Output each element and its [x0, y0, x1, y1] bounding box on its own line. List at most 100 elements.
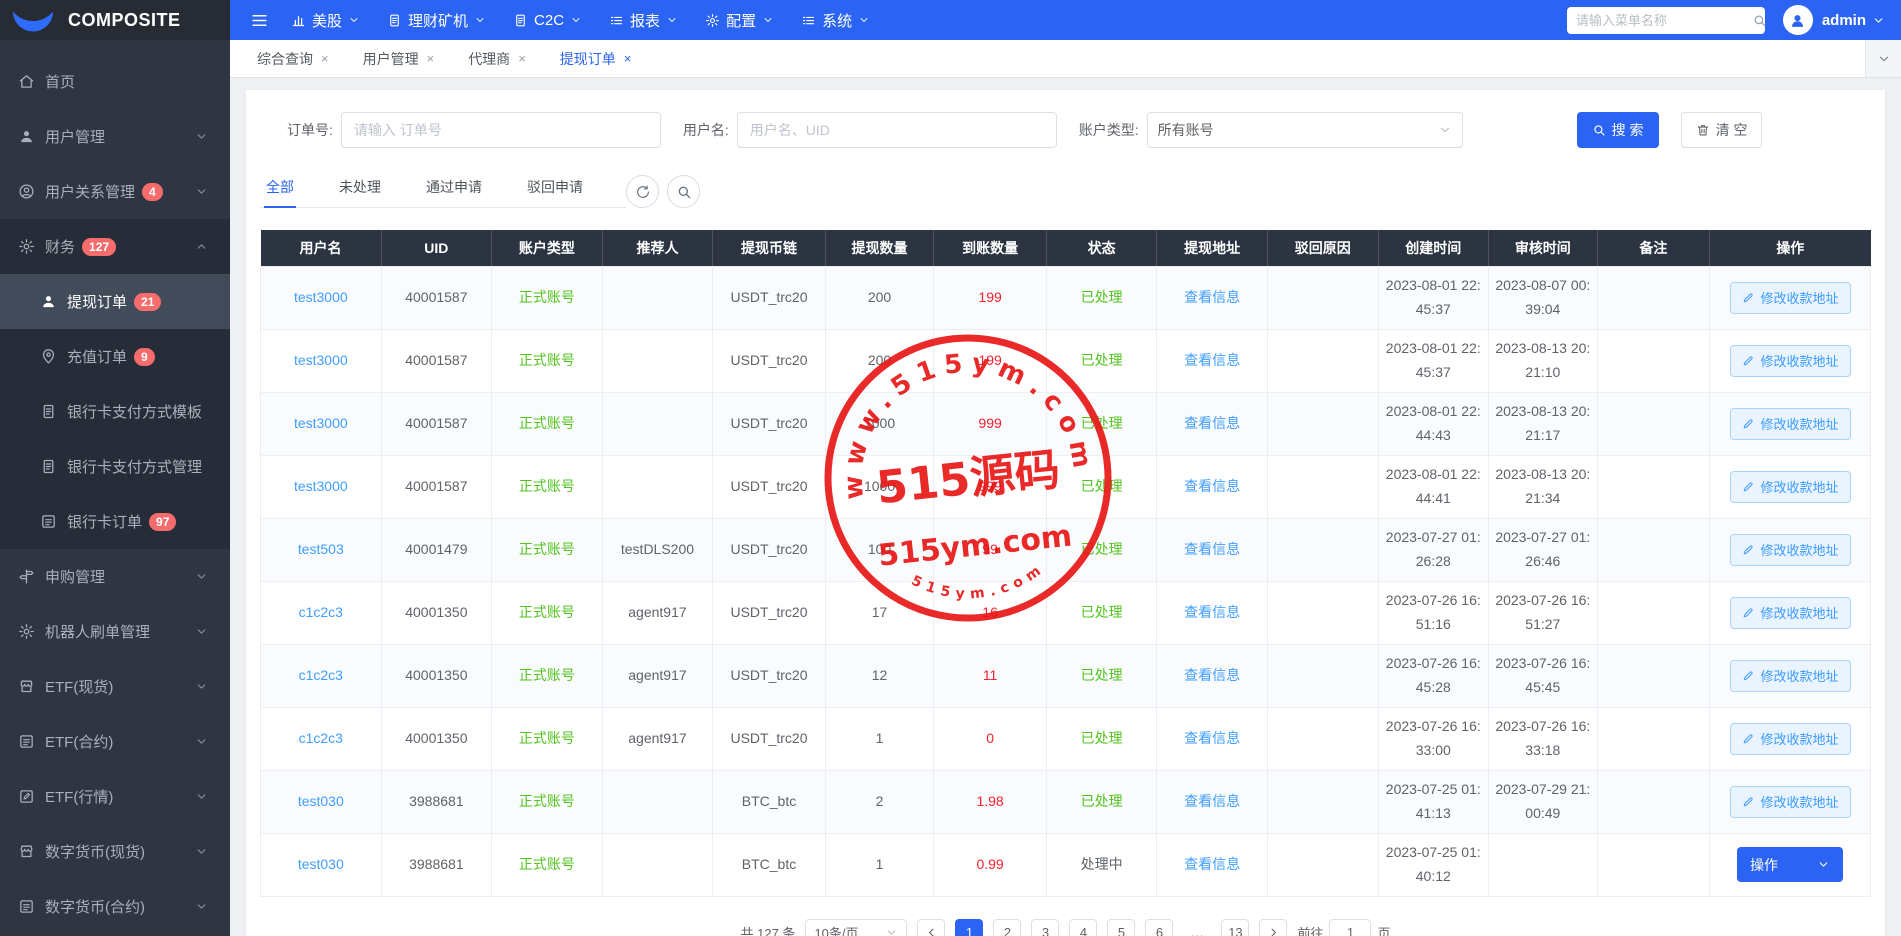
- status-tab[interactable]: 驳回申请: [525, 175, 585, 208]
- username-link[interactable]: test030: [298, 856, 344, 872]
- sidebar-item[interactable]: ETF(合约): [0, 714, 230, 769]
- user-circle-icon: [20, 185, 33, 198]
- page-tab[interactable]: 代理商: [451, 40, 543, 77]
- edit-address-button[interactable]: 修改收款地址: [1730, 345, 1851, 377]
- chevron-down-icon[interactable]: [1872, 14, 1885, 27]
- nav-menu-item[interactable]: 配置: [705, 10, 774, 31]
- page-button[interactable]: 1: [955, 919, 983, 936]
- search-icon[interactable]: [1752, 13, 1767, 28]
- view-address-link[interactable]: 查看信息: [1184, 856, 1240, 872]
- edit-address-button[interactable]: 修改收款地址: [1730, 534, 1851, 566]
- nav-menu-item[interactable]: 理财矿机: [387, 10, 486, 31]
- home-icon: [20, 76, 32, 87]
- view-address-link[interactable]: 查看信息: [1184, 541, 1240, 557]
- username-link[interactable]: c1c2c3: [299, 604, 343, 620]
- goto-page-input[interactable]: [1329, 919, 1371, 936]
- page-button[interactable]: 5: [1107, 919, 1135, 936]
- edit-address-button[interactable]: 修改收款地址: [1730, 723, 1851, 755]
- menu-search-input[interactable]: [1576, 13, 1752, 28]
- sidebar-item[interactable]: 数字货币(合约): [0, 879, 230, 934]
- status-badge: 已处理: [1081, 793, 1123, 809]
- username-link[interactable]: test503: [298, 541, 344, 557]
- username-link[interactable]: c1c2c3: [299, 667, 343, 683]
- sidebar-item[interactable]: ETF(行情): [0, 769, 230, 824]
- table-search-button[interactable]: [667, 175, 700, 208]
- username-link[interactable]: test3000: [294, 289, 348, 305]
- sidebar-item[interactable]: 机器人刷单管理: [0, 604, 230, 659]
- nav-menu-item[interactable]: C2C: [513, 12, 582, 29]
- remark-cell: [1597, 518, 1710, 581]
- page-button[interactable]: ...: [1183, 919, 1211, 936]
- account-type-cell: 正式账号: [519, 667, 575, 683]
- sidebar-item[interactable]: 银行卡支付方式管理: [0, 439, 230, 494]
- sidebar-item[interactable]: 银行卡支付方式模板: [0, 384, 230, 439]
- nav-menu-item[interactable]: 美股: [291, 10, 360, 31]
- close-icon[interactable]: [427, 51, 435, 66]
- view-address-link[interactable]: 查看信息: [1184, 289, 1240, 305]
- page-size-select[interactable]: 10条/页: [805, 919, 907, 936]
- sidebar-item-icon: [18, 568, 35, 585]
- chevron-down-icon: [198, 190, 205, 193]
- status-tab[interactable]: 通过申请: [424, 175, 484, 208]
- sidebar-item[interactable]: 数字货币(现货): [0, 824, 230, 879]
- nav-menu-item[interactable]: 报表: [609, 10, 678, 31]
- row-actions-button[interactable]: 操作: [1737, 847, 1843, 882]
- username-link[interactable]: test3000: [294, 352, 348, 368]
- search-button[interactable]: 搜 索: [1577, 112, 1659, 148]
- sidebar-item[interactable]: 银行卡订单 97: [0, 494, 230, 549]
- close-icon[interactable]: [321, 51, 329, 66]
- status-tab[interactable]: 未处理: [337, 175, 383, 208]
- nav-menu-item[interactable]: 系统: [801, 10, 870, 31]
- sidebar-item[interactable]: 财务 127: [0, 219, 230, 274]
- page-button[interactable]: 6: [1145, 919, 1173, 936]
- page-button[interactable]: 2: [993, 919, 1021, 936]
- user-menu[interactable]: admin: [1822, 12, 1866, 29]
- prev-page-button[interactable]: [917, 919, 945, 936]
- sidebar-item[interactable]: 首页: [0, 54, 230, 109]
- username-link[interactable]: test3000: [294, 478, 348, 494]
- page-tab[interactable]: 提现订单: [543, 40, 649, 77]
- view-address-link[interactable]: 查看信息: [1184, 730, 1240, 746]
- sidebar-item[interactable]: 申购管理: [0, 549, 230, 604]
- username-link[interactable]: c1c2c3: [299, 730, 343, 746]
- view-address-link[interactable]: 查看信息: [1184, 352, 1240, 368]
- sidebar-item-chevron: [195, 570, 218, 583]
- page-button[interactable]: 13: [1221, 919, 1249, 936]
- next-page-button[interactable]: [1259, 919, 1287, 936]
- edit-address-button[interactable]: 修改收款地址: [1730, 408, 1851, 440]
- order-no-input[interactable]: [341, 112, 661, 148]
- tabs-dropdown-button[interactable]: [1865, 40, 1901, 77]
- username-link[interactable]: test030: [298, 793, 344, 809]
- sidebar-item[interactable]: ETF(现货): [0, 659, 230, 714]
- close-icon[interactable]: [624, 51, 632, 66]
- view-address-link[interactable]: 查看信息: [1184, 667, 1240, 683]
- page-button[interactable]: 3: [1031, 919, 1059, 936]
- list-icon: [804, 17, 814, 23]
- page-tab[interactable]: 综合查询: [240, 40, 346, 77]
- edit-address-button[interactable]: 修改收款地址: [1730, 597, 1851, 629]
- username-link[interactable]: test3000: [294, 415, 348, 431]
- received-amount-cell: 999: [978, 415, 1001, 431]
- sidebar-item[interactable]: 用户管理: [0, 109, 230, 164]
- sidebar-item[interactable]: 充值订单 9: [0, 329, 230, 384]
- refresh-button[interactable]: [626, 175, 659, 208]
- close-icon[interactable]: [518, 51, 526, 66]
- sidebar-item[interactable]: 用户关系管理 4: [0, 164, 230, 219]
- avatar[interactable]: [1783, 5, 1813, 35]
- hamburger-icon[interactable]: [250, 11, 269, 30]
- page-button[interactable]: 4: [1069, 919, 1097, 936]
- status-tab[interactable]: 全部: [264, 175, 296, 208]
- view-address-link[interactable]: 查看信息: [1184, 793, 1240, 809]
- edit-address-button[interactable]: 修改收款地址: [1730, 282, 1851, 314]
- username-input[interactable]: [737, 112, 1057, 148]
- clear-button[interactable]: 清 空: [1681, 112, 1763, 148]
- account-type-select[interactable]: 所有账号: [1147, 112, 1463, 148]
- view-address-link[interactable]: 查看信息: [1184, 478, 1240, 494]
- page-tab[interactable]: 用户管理: [346, 40, 452, 77]
- edit-address-button[interactable]: 修改收款地址: [1730, 471, 1851, 503]
- view-address-link[interactable]: 查看信息: [1184, 415, 1240, 431]
- view-address-link[interactable]: 查看信息: [1184, 604, 1240, 620]
- edit-address-button[interactable]: 修改收款地址: [1730, 786, 1851, 818]
- edit-address-button[interactable]: 修改收款地址: [1730, 660, 1851, 692]
- sidebar-item[interactable]: 提现订单 21: [0, 274, 230, 329]
